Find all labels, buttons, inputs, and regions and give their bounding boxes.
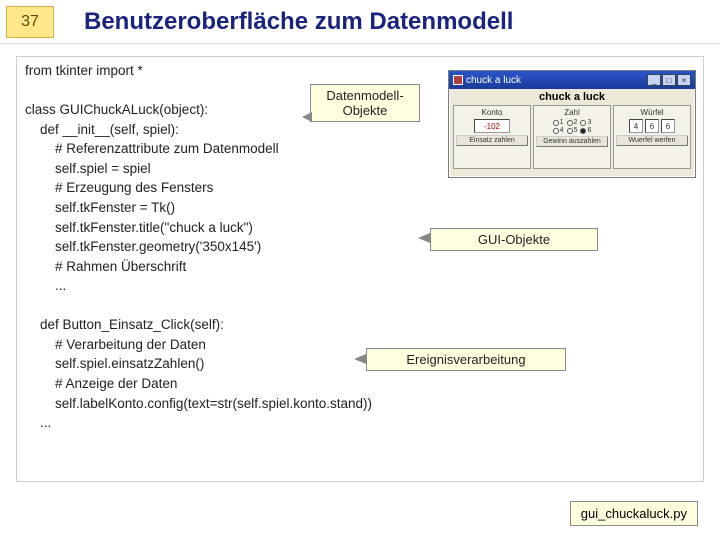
die-3: 6 [661,119,675,133]
code-line: def Button_Einsatz_Click(self): [25,317,224,332]
callout-event: Ereignisverarbeitung [366,348,566,371]
code-line: # Rahmen Überschrift [25,259,186,274]
code-line: ... [25,278,66,293]
code-line: def __init__(self, spiel): [25,122,179,137]
panel-title: Würfel [640,108,663,117]
filename-label: gui_chuckaluck.py [570,501,698,526]
radio-3[interactable]: 3 [580,119,591,126]
radio-5[interactable]: 5 [567,127,578,134]
app-icon [453,75,463,85]
mock-app-window: chuck a luck _ □ × chuck a luck Konto -1… [448,70,696,178]
slide-header: 37 Benutzeroberfläche zum Datenmodell [0,0,720,44]
callout-tail-icon [354,354,366,364]
maximize-icon[interactable]: □ [662,74,676,86]
code-line: # Verarbeitung der Daten [25,337,206,352]
panel-zahl: Zahl 1 2 3 4 5 6 Gewinn auszahlen [533,105,611,169]
code-line: self.tkFenster.geometry('350x145') [25,239,261,254]
slide-title: Benutzeroberfläche zum Datenmodell [84,8,513,36]
app-title: chuck a luck [453,91,691,103]
code-line: self.labelKonto.config(text=str(self.spi… [25,396,372,411]
code-line: self.spiel = spiel [25,161,151,176]
panel-title: Konto [482,108,503,117]
code-line: # Erzeugung des Fensters [25,180,213,195]
window-titlebar: chuck a luck _ □ × [449,71,695,89]
konto-value: -102 [474,119,510,133]
callout-datamodel: Datenmodell- Objekte [310,84,420,122]
die-2: 6 [645,119,659,133]
wuerfel-button[interactable]: Wuerfel werfen [616,135,688,146]
minimize-icon[interactable]: _ [647,74,661,86]
close-icon[interactable]: × [677,74,691,86]
code-line: self.tkFenster.title("chuck a luck") [25,220,253,235]
panel-wuerfel: Würfel 4 6 6 Wuerfel werfen [613,105,691,169]
code-line: class GUIChuckALuck(object): [25,102,208,117]
callout-tail-icon [302,112,312,122]
code-line: self.tkFenster = Tk() [25,200,175,215]
window-title: chuck a luck [466,75,521,86]
code-line: # Referenzattribute zum Datenmodell [25,141,279,156]
panel-title: Zahl [564,108,580,117]
radio-1[interactable]: 1 [553,119,564,126]
code-line: # Anzeige der Daten [25,376,177,391]
callout-gui: GUI-Objekte [430,228,598,251]
radio-2[interactable]: 2 [567,119,578,126]
radio-4[interactable]: 4 [553,127,564,134]
radio-6[interactable]: 6 [580,127,591,134]
einsatz-button[interactable]: Einsatz zahlen [456,135,528,146]
callout-tail-icon [418,233,430,243]
code-line: ... [25,415,51,430]
gewinn-button[interactable]: Gewinn auszahlen [536,136,608,147]
die-1: 4 [629,119,643,133]
slide-number: 37 [6,6,54,38]
code-line: self.spiel.einsatzZahlen() [25,356,204,371]
code-line: from tkinter import * [25,63,143,78]
panel-konto: Konto -102 Einsatz zahlen [453,105,531,169]
